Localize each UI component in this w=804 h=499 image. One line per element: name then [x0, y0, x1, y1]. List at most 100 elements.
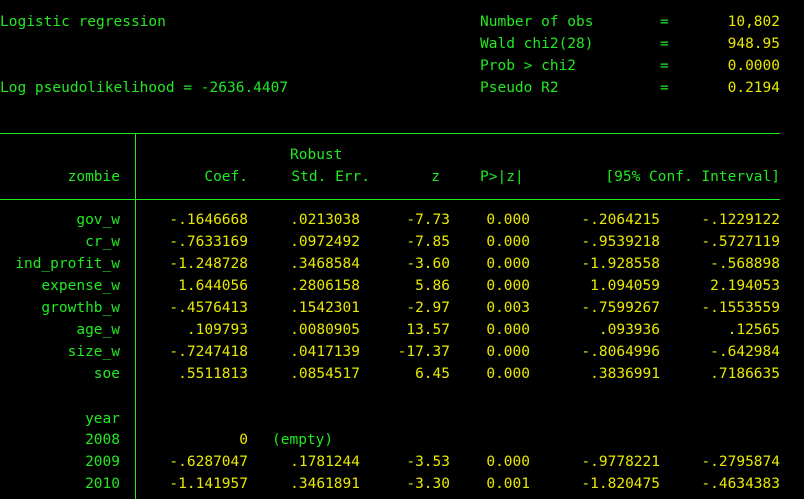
z-value: -7.73 — [406, 212, 450, 228]
column-header-std-err: Std. Err. — [291, 169, 370, 185]
table-row: 2010 -1.141957 .3461891 -3.30 0.001 -1.820475… — [0, 473, 804, 495]
table-row: cr_w -.7633169 .0972492 -7.85 0.000 -.9539218… — [0, 231, 804, 253]
coef-value: -.7633169 — [169, 234, 248, 250]
table-row: size_w -.7247418 .0417139 -17.37 0.000 -.8064… — [0, 341, 804, 363]
p-value: 0.000 — [486, 278, 530, 294]
table-row: ind_profit_w -1.248728 .3468584 -3.60 0.000 -… — [0, 253, 804, 275]
p-value: 0.000 — [486, 344, 530, 360]
column-header-z: z — [431, 169, 440, 185]
p-value: 0.000 — [486, 366, 530, 382]
coef-value: -.6287047 — [169, 454, 248, 470]
table-top-rule — [0, 133, 780, 134]
stat-value: 0.2194 — [727, 80, 780, 96]
z-value: 6.45 — [415, 366, 450, 382]
ci-upper-value: -.1229122 — [701, 212, 780, 228]
variable-name: expense_w — [41, 278, 120, 294]
table-row: age_w .109793 .0080905 13.57 0.000 .093936 .12… — [0, 319, 804, 341]
variable-name: 2008 — [85, 432, 120, 448]
table-row: soe .5511813 .0854517 6.45 0.000 .3836991 .718… — [0, 363, 804, 385]
ci-upper-value: .12565 — [727, 322, 780, 338]
ci-upper-value: -.568898 — [710, 256, 780, 272]
z-value: -17.37 — [397, 344, 450, 360]
model-title: Logistic regression — [0, 14, 166, 30]
std-err-value: .0080905 — [290, 322, 360, 338]
variable-name: ind_profit_w — [15, 256, 120, 272]
stat-equals: = — [660, 58, 669, 74]
variable-name: growthb_w — [41, 300, 120, 316]
column-header-ci: [95% Conf. Interval] — [605, 169, 780, 185]
z-value: 5.86 — [415, 278, 450, 294]
variable-name: size_w — [67, 344, 120, 360]
std-err-value: .0417139 — [290, 344, 360, 360]
p-value: 0.000 — [486, 234, 530, 250]
variable-name: 2010 — [85, 476, 120, 492]
z-value: -3.60 — [406, 256, 450, 272]
ci-upper-value: .7186635 — [710, 366, 780, 382]
ci-lower-value: .093936 — [598, 322, 660, 338]
year-group-label: year — [85, 411, 120, 427]
std-err-value: (empty) — [272, 432, 334, 448]
stat-value: 10,802 — [727, 14, 780, 30]
dependent-variable: zombie — [67, 169, 120, 185]
table-row: expense_w 1.644056 .2806158 5.86 0.000 1.0940… — [0, 275, 804, 297]
p-value: 0.003 — [486, 300, 530, 316]
ci-lower-value: -.2064215 — [581, 212, 660, 228]
std-err-value: .1781244 — [290, 454, 360, 470]
std-err-value: .2806158 — [290, 278, 360, 294]
std-err-value: .1542301 — [290, 300, 360, 316]
ci-lower-value: .3836991 — [590, 366, 660, 382]
coef-value: -1.248728 — [169, 256, 248, 272]
variable-name: gov_w — [76, 212, 120, 228]
column-header-coef: Coef. — [204, 169, 248, 185]
stat-label: Wald chi2(28) — [480, 36, 594, 52]
ci-lower-value: -.9539218 — [581, 234, 660, 250]
coef-value: .5511813 — [178, 366, 248, 382]
ci-lower-value: -.8064996 — [581, 344, 660, 360]
coef-value: 1.644056 — [178, 278, 248, 294]
ci-upper-value: -.1553559 — [701, 300, 780, 316]
coef-value: .109793 — [186, 322, 248, 338]
log-pseudolikelihood: Log pseudolikelihood = -2636.4407 — [0, 80, 289, 96]
std-err-value: .3461891 — [290, 476, 360, 492]
column-header-p: P>|z| — [480, 169, 524, 185]
p-value: 0.000 — [486, 212, 530, 228]
z-value: -3.53 — [406, 454, 450, 470]
table-row: growthb_w -.4576413 .1542301 -2.97 0.003 -.75… — [0, 297, 804, 319]
ci-upper-value: -.2795874 — [701, 454, 780, 470]
stat-value: 948.95 — [727, 36, 780, 52]
table-row: 2009 -.6287047 .1781244 -3.53 0.000 -.9778221… — [0, 451, 804, 473]
coef-value: -.4576413 — [169, 300, 248, 316]
stat-label: Prob > chi2 — [480, 58, 577, 74]
p-value: 0.000 — [486, 454, 530, 470]
p-value: 0.001 — [486, 476, 530, 492]
std-err-value: .0972492 — [290, 234, 360, 250]
variable-name: cr_w — [85, 234, 120, 250]
z-value: 13.57 — [406, 322, 450, 338]
coef-value: -.7247418 — [169, 344, 248, 360]
coef-value: -1.141957 — [169, 476, 248, 492]
ci-upper-value: -.5727119 — [701, 234, 780, 250]
ci-lower-value: -.7599267 — [581, 300, 660, 316]
coef-value: -.1646668 — [169, 212, 248, 228]
ci-lower-value: -.9778221 — [581, 454, 660, 470]
std-err-value: .3468584 — [290, 256, 360, 272]
stat-label: Number of obs — [480, 14, 594, 30]
table-row: gov_w -.1646668 .0213038 -7.73 0.000 -.206421… — [0, 209, 804, 231]
table-row: 2008 0 (empty) — [0, 429, 804, 451]
std-err-value: .0854517 — [290, 366, 360, 382]
ci-lower-value: 1.094059 — [590, 278, 660, 294]
stat-equals: = — [660, 36, 669, 52]
stat-value: 0.0000 — [727, 58, 780, 74]
stat-label: Pseudo R2 — [480, 80, 559, 96]
variable-name: 2009 — [85, 454, 120, 470]
ci-upper-value: -.4634383 — [701, 476, 780, 492]
ci-lower-value: -1.820475 — [581, 476, 660, 492]
z-value: -7.85 — [406, 234, 450, 250]
ci-upper-value: -.642984 — [710, 344, 780, 360]
ci-upper-value: 2.194053 — [710, 278, 780, 294]
variable-name: soe — [93, 366, 120, 382]
std-err-value: .0213038 — [290, 212, 360, 228]
stat-equals: = — [660, 14, 669, 30]
p-value: 0.000 — [486, 256, 530, 272]
p-value: 0.000 — [486, 322, 530, 338]
